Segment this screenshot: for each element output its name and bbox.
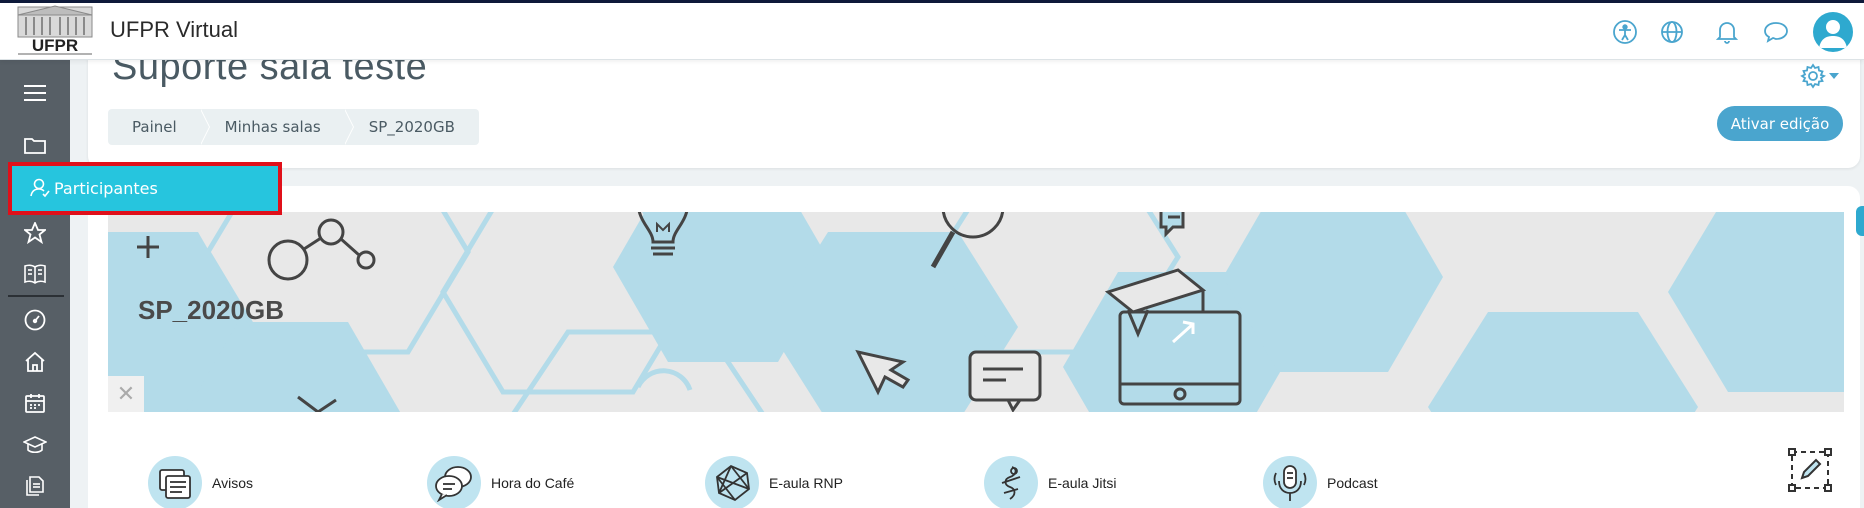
coffee-chat-icon [427,456,481,508]
banner-close-button[interactable]: ✕ [108,376,144,412]
breadcrumb-painel[interactable]: Painel [108,109,210,145]
navbar: UFPR UFPR Virtual [0,3,1864,60]
accessibility-icon[interactable] [1611,18,1639,46]
microphone-icon [1263,456,1317,508]
course-banner [108,212,1844,412]
activity-label: E-aula Jitsi [1048,475,1117,491]
right-drawer-tab[interactable] [1856,206,1864,236]
edit-banner-icon[interactable] [1788,448,1832,492]
calendar-icon[interactable] [19,387,51,419]
participants-icon [30,178,50,198]
activity-podcast[interactable]: Podcast [1263,456,1378,508]
participants-menu-item[interactable]: Participantes [30,178,158,198]
activity-label: E-aula RNP [769,475,843,491]
sidebar [0,60,70,508]
participants-label: Participantes [54,178,158,198]
course-settings-menu[interactable] [1800,62,1844,90]
book-icon[interactable] [19,258,51,290]
enable-editing-button[interactable]: Ativar edição [1717,106,1843,141]
caret-down-icon [1829,73,1839,79]
logo-text: UFPR [32,36,78,55]
activity-label: Hora do Café [491,475,575,491]
activity-e-aula-rnp[interactable]: E-aula RNP [705,456,843,508]
globe-icon[interactable] [1658,18,1686,46]
user-avatar[interactable] [1813,12,1853,52]
breadcrumb-course[interactable]: SP_2020GB [345,109,479,145]
activity-avisos[interactable]: Avisos [148,456,253,508]
activity-hora-do-cafe[interactable]: Hora do Café [427,456,574,508]
activity-label: Avisos [212,475,253,491]
announcements-icon [148,456,202,508]
jitsi-icon [984,456,1038,508]
activity-label: Podcast [1327,475,1378,491]
gear-icon [1800,63,1826,89]
breadcrumb: Painel Minhas salas SP_2020GB [108,109,479,145]
folder-icon[interactable] [19,129,51,161]
network-icon [705,456,759,508]
home-icon[interactable] [19,346,51,378]
breadcrumb-minhas-salas[interactable]: Minhas salas [201,109,354,145]
site-title[interactable]: UFPR Virtual [110,17,238,43]
ufpr-logo[interactable]: UFPR [14,5,96,57]
files-icon[interactable] [19,470,51,502]
dashboard-icon[interactable] [19,304,51,336]
banner-illustration [108,212,1844,412]
menu-icon[interactable] [19,77,51,109]
banner-course-code: SP_2020GB [138,295,284,325]
activity-shortcuts: Avisos Hora do Café E-aula RNP E-aula Ji… [148,456,1848,508]
activity-e-aula-jitsi[interactable]: E-aula Jitsi [984,456,1116,508]
bell-icon[interactable] [1713,18,1741,46]
graduation-cap-icon[interactable] [19,429,51,461]
sidebar-divider [8,295,64,297]
star-icon[interactable] [19,217,51,249]
chat-icon[interactable] [1762,18,1790,46]
participants-menu-highlight[interactable]: Participantes [8,162,282,215]
